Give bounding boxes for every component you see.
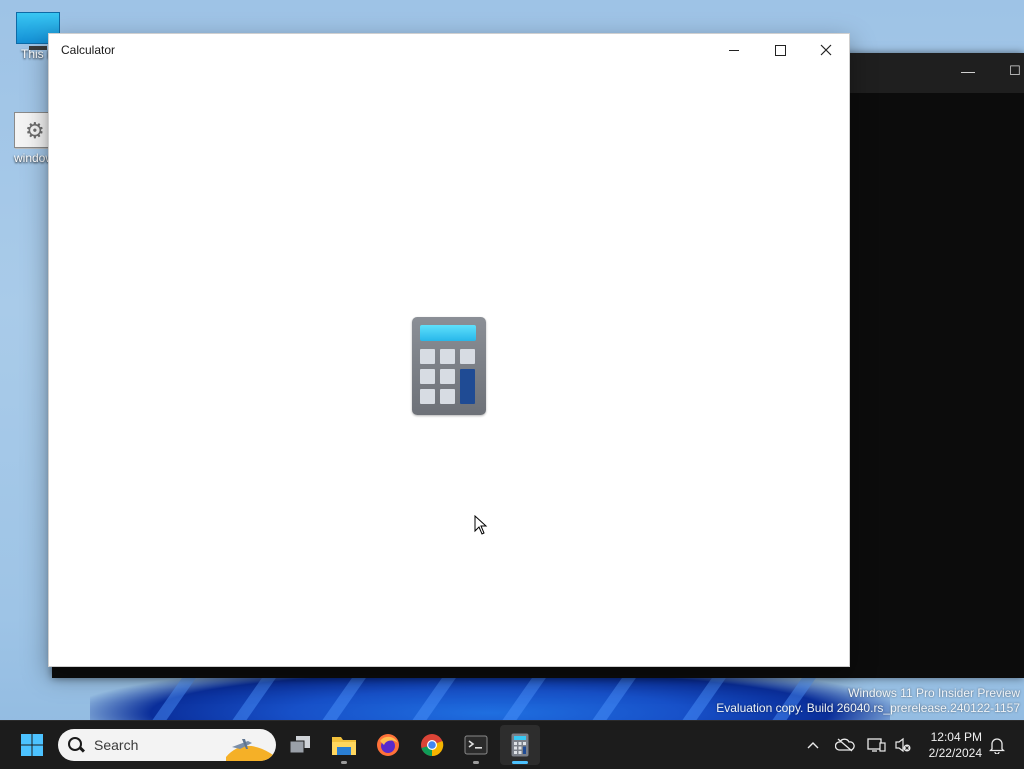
terminal-minimize-button[interactable]: — [957,63,979,83]
close-icon [820,44,832,56]
search-highlight-icon [226,739,276,761]
bell-icon [989,738,1005,754]
firefox-icon [377,734,399,756]
taskbar-terminal[interactable] [456,725,496,765]
calculator-titlebar[interactable]: Calculator [49,34,849,66]
taskbar-chrome[interactable] [412,725,452,765]
cloud-offline-icon [835,738,855,752]
taskbar: Search 12:04 PM 2/22/2024 [0,720,1024,769]
maximize-button[interactable] [757,34,803,66]
window-title: Calculator [61,43,116,57]
close-button[interactable] [803,34,849,66]
chrome-icon [421,734,444,757]
minimize-icon [729,49,739,51]
network-tray-button[interactable] [866,721,888,769]
calculator-splash-icon [412,317,486,415]
taskbar-task-view[interactable] [280,725,320,765]
watermark-line-1: Windows 11 Pro Insider Preview [848,686,1020,700]
onedrive-tray-button[interactable] [834,721,856,769]
start-button[interactable] [12,725,52,765]
terminal-icon [464,735,488,755]
minimize-button[interactable] [711,34,757,66]
terminal-maximize-button[interactable]: ☐ [1004,63,1024,83]
maximize-icon [774,44,786,56]
mouse-pointer-icon [474,515,488,535]
chevron-up-icon [807,742,819,749]
active-indicator [512,761,528,764]
taskbar-firefox[interactable] [368,725,408,765]
clock-time: 12:04 PM [930,730,982,744]
search-icon [68,737,82,751]
speaker-muted-icon [895,737,911,753]
notifications-button[interactable] [986,721,1008,769]
windows-logo-icon [21,734,43,756]
evaluation-watermark: Windows 11 Pro Insider Preview Evaluatio… [716,686,1020,716]
search-placeholder: Search [94,737,139,753]
show-hidden-icons-button[interactable] [802,721,824,769]
folder-icon [332,737,356,755]
clock-date: 2/22/2024 [928,746,982,760]
network-icon [867,738,886,752]
watermark-line-2: Evaluation copy. Build 26040.rs_prerelea… [716,701,1020,715]
volume-tray-button[interactable] [892,721,914,769]
running-indicator [473,761,479,764]
task-view-icon [289,736,310,754]
taskbar-calculator[interactable] [500,725,540,765]
taskbar-search-box[interactable]: Search [58,729,276,761]
taskbar-clock[interactable]: 12:04 PM 2/22/2024 [918,729,982,761]
calculator-icon [511,733,529,757]
taskbar-file-explorer[interactable] [324,725,364,765]
calculator-window[interactable]: Calculator [48,33,850,667]
running-indicator [341,761,347,764]
